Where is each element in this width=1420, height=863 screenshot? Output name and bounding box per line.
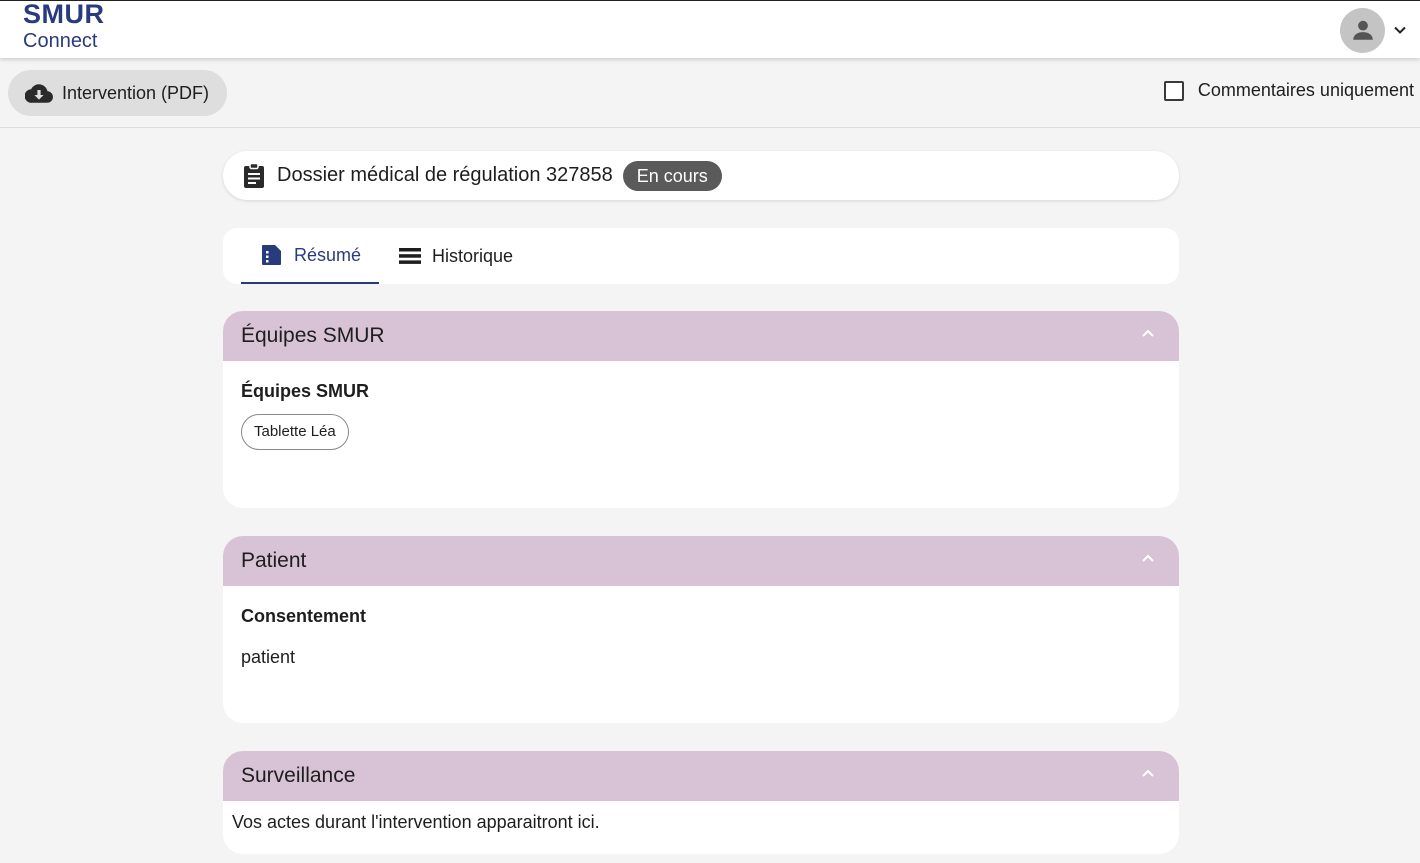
section-equipes-smur: Équipes SMUR Équipes SMUR Tablette Léa: [223, 311, 1179, 508]
section-patient-body: Consentement patient: [223, 586, 1179, 688]
tab-historique[interactable]: Historique: [379, 228, 531, 284]
equipes-field-label: Équipes SMUR: [241, 381, 370, 401]
action-toolbar: Intervention (PDF) Commentaires uniqueme…: [0, 58, 1420, 128]
logo-smur: SMUR: [23, 0, 105, 29]
avatar: [1340, 7, 1385, 53]
cloud-download-icon: [25, 83, 53, 103]
section-surveillance-header[interactable]: Surveillance: [223, 751, 1179, 801]
section-surveillance: Surveillance Vos actes durant l'interven…: [223, 751, 1179, 854]
top-app-bar: SMUR Connect: [0, 1, 1420, 58]
dossier-header-card: Dossier médical de régulation 327858 En …: [223, 151, 1179, 200]
comments-only-toggle[interactable]: Commentaires uniquement: [1163, 80, 1414, 101]
section-patient-title: Patient: [241, 549, 307, 572]
summary-document-icon: [261, 244, 283, 266]
section-surveillance-title: Surveillance: [241, 764, 356, 787]
section-equipes-body: Équipes SMUR Tablette Léa: [223, 361, 1179, 470]
chevron-up-icon[interactable]: [1141, 328, 1155, 338]
chevron-down-icon: [1394, 26, 1406, 34]
consent-field-label: Consentement: [241, 606, 367, 626]
tab-resume-label: Résumé: [294, 244, 362, 265]
person-icon: [1352, 20, 1373, 40]
section-surveillance-body: Vos actes durant l'intervention apparait…: [223, 801, 1179, 844]
status-badge: En cours: [622, 160, 722, 191]
clipboard-icon: [243, 162, 265, 189]
consent-value: patient: [241, 647, 296, 667]
logo-connect: Connect: [23, 30, 98, 52]
user-menu-button[interactable]: [1340, 7, 1407, 53]
comments-only-checkbox[interactable]: [1163, 80, 1184, 101]
section-equipes-header[interactable]: Équipes SMUR: [223, 311, 1179, 361]
chevron-up-icon[interactable]: [1141, 553, 1155, 563]
dossier-title: Dossier médical de régulation 327858: [277, 164, 613, 186]
tab-resume[interactable]: Résumé: [241, 228, 380, 284]
pdf-button-label: Intervention (PDF): [62, 82, 210, 103]
section-patient: Patient Consentement patient: [223, 536, 1179, 723]
section-patient-header[interactable]: Patient: [223, 536, 1179, 586]
tab-historique-label: Historique: [432, 245, 514, 266]
app-logo[interactable]: SMUR Connect: [23, 0, 105, 52]
list-icon: [399, 247, 422, 265]
tab-bar: Résumé Historique: [223, 228, 1179, 284]
download-intervention-pdf-button[interactable]: Intervention (PDF): [8, 70, 227, 116]
comments-only-label: Commentaires uniquement: [1197, 80, 1414, 100]
chevron-up-icon[interactable]: [1141, 768, 1155, 778]
team-chip: Tablette Léa: [241, 414, 349, 450]
section-equipes-title: Équipes SMUR: [241, 324, 385, 347]
surveillance-empty-message: Vos actes durant l'intervention apparait…: [232, 812, 600, 832]
